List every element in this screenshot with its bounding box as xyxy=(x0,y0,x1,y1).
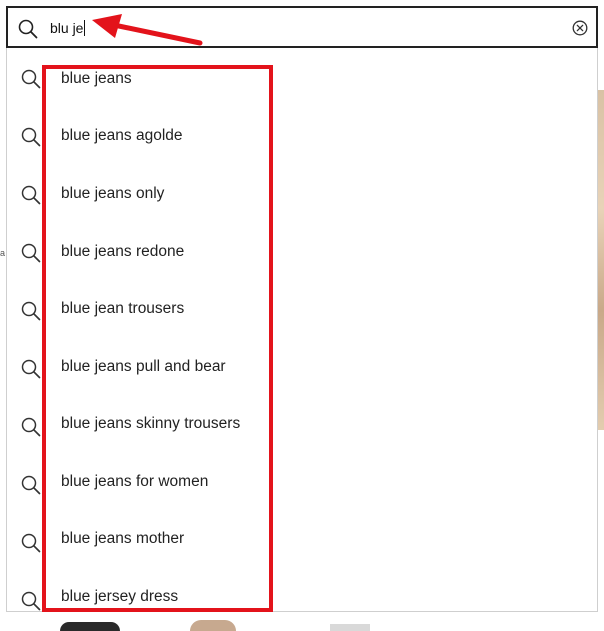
search-icon xyxy=(21,185,41,205)
search-icon xyxy=(21,127,41,147)
search-query-text: blu je xyxy=(50,20,84,36)
search-icon xyxy=(21,69,41,89)
search-icon xyxy=(21,591,41,611)
search-icon xyxy=(21,475,41,495)
search-input[interactable]: blu je xyxy=(50,19,86,37)
search-icon xyxy=(21,533,41,553)
clear-circle-x-icon[interactable] xyxy=(572,20,588,36)
search-icon xyxy=(21,417,41,437)
search-icon xyxy=(18,19,38,39)
red-arrow-icon xyxy=(92,14,203,46)
background-text-fragment: a xyxy=(0,248,6,258)
background-image-fragment xyxy=(598,90,604,430)
search-icon xyxy=(21,359,41,379)
search-icon xyxy=(21,243,41,263)
search-icon xyxy=(21,301,41,321)
suggestions-highlight-box xyxy=(42,65,273,612)
text-caret xyxy=(84,20,86,36)
